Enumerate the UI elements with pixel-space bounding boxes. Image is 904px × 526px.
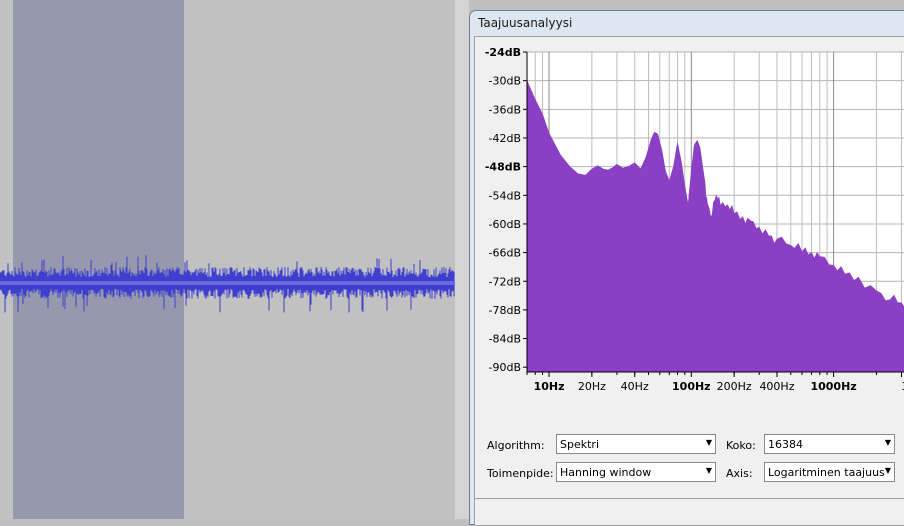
y-tick-label: -48dB <box>485 161 521 174</box>
algorithm-label: Algorithm: <box>487 439 545 452</box>
spectrum-chart[interactable]: -24dB -30dB -36dB -42dB -48dB -54dB -60dB -66dB… <box>475 37 904 417</box>
frequency-analysis-window[interactable]: Taajuusanalyysi -24dB -30dB -36dB -42dB -48d… <box>469 10 904 526</box>
x-tick-label: 40Hz <box>621 380 649 393</box>
chevron-down-icon: ▼ <box>705 438 712 447</box>
y-tick-label: -30dB <box>489 75 522 88</box>
x-tick-label: 10Hz <box>534 380 565 393</box>
y-tick-label: -24dB <box>485 46 521 59</box>
x-tick-label: 100Hz <box>672 380 711 393</box>
y-tick-label: -60dB <box>489 218 522 231</box>
y-tick-label: -72dB <box>489 275 522 288</box>
size-select[interactable]: 16384 ▼ <box>764 434 895 454</box>
y-tick-label: -42dB <box>489 132 522 145</box>
axis-label: Axis: <box>726 467 753 480</box>
algorithm-select-value: Spektri <box>560 438 599 451</box>
chevron-down-icon: ▼ <box>705 466 712 475</box>
axis-select-value: Logaritminen taajuus <box>768 466 885 479</box>
waveform <box>0 255 455 313</box>
y-tick-label: -36dB <box>489 103 522 116</box>
axis-select[interactable]: Logaritminen taajuus ▼ <box>764 462 895 482</box>
x-tick-label: 20Hz <box>578 380 606 393</box>
x-tick-label: 400Hz <box>759 380 794 393</box>
window-client-area: -24dB -30dB -36dB -42dB -48dB -54dB -60dB -66dB… <box>474 36 904 526</box>
y-tick-label: -78dB <box>489 304 522 317</box>
chevron-down-icon: ▼ <box>884 466 891 475</box>
status-bar <box>475 498 904 520</box>
function-label: Toimenpide: <box>487 467 554 480</box>
audio-track[interactable] <box>0 0 455 519</box>
x-tick-label: 1000Hz <box>810 380 856 393</box>
track-divider <box>455 0 469 519</box>
function-select-value: Hanning window <box>560 466 652 479</box>
y-tick-label: -54dB <box>489 189 522 202</box>
size-label: Koko: <box>726 439 756 452</box>
window-title: Taajuusanalyysi <box>478 16 573 30</box>
function-select[interactable]: Hanning window ▼ <box>556 462 716 482</box>
y-tick-label: -66dB <box>489 247 522 260</box>
x-tick-label: 200Hz <box>717 380 752 393</box>
chevron-down-icon: ▼ <box>884 438 891 447</box>
y-tick-label: -90dB <box>489 361 522 374</box>
y-tick-label: -84dB <box>489 333 522 346</box>
algorithm-select[interactable]: Spektri ▼ <box>556 434 716 454</box>
size-select-value: 16384 <box>768 438 803 451</box>
